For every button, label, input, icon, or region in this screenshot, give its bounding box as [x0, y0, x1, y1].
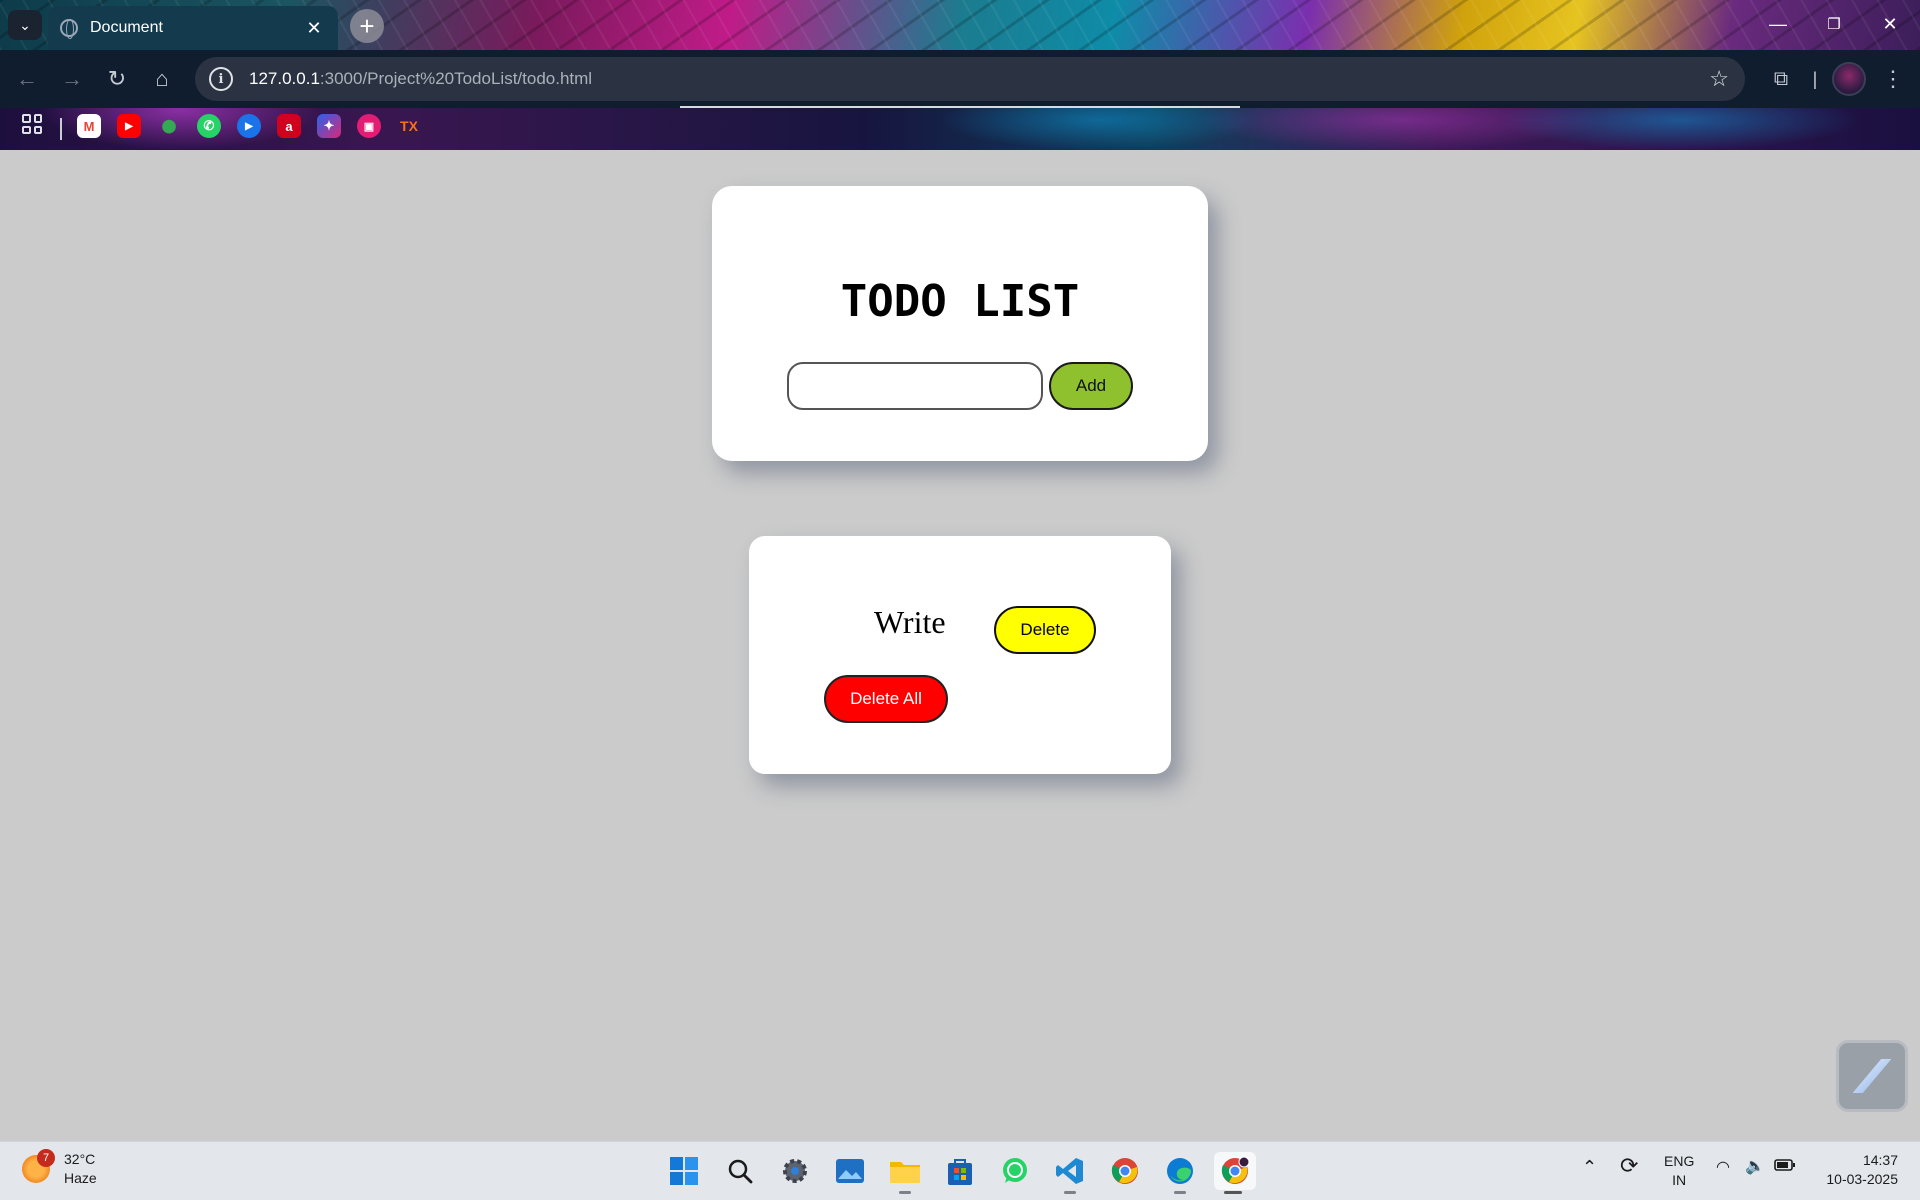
chrome-profile-icon: [1221, 1156, 1250, 1184]
gmail-icon[interactable]: M: [77, 114, 101, 138]
language-code: ENG: [1664, 1153, 1695, 1169]
minimize-button[interactable]: —: [1750, 0, 1806, 48]
chrome-icon: [1111, 1158, 1138, 1184]
site-info-icon[interactable]: i: [209, 67, 233, 91]
battery-icon[interactable]: [1774, 1158, 1796, 1177]
volume-icon[interactable]: 🔈: [1745, 1157, 1765, 1176]
date: 10-03-2025: [1826, 1171, 1898, 1187]
clock[interactable]: 14:37 10-03-2025: [1826, 1151, 1898, 1189]
extensions-icon[interactable]: ⧉: [1766, 64, 1796, 94]
windows-icon: [670, 1157, 698, 1185]
close-window-button[interactable]: ✕: [1862, 0, 1918, 48]
browser-toolbar: ← → ↻ ⌂ i 127.0.0.1:3000/Project%20TodoL…: [0, 50, 1920, 108]
vscode-icon: [1056, 1158, 1083, 1184]
todo-input-card: TODO LIST Add: [712, 186, 1208, 461]
calendar-icon[interactable]: ▣: [357, 114, 381, 138]
weather-widget[interactable]: 7 32°C Haze: [22, 1149, 97, 1188]
taskbar-settings[interactable]: [776, 1152, 814, 1190]
taskbar-search[interactable]: [721, 1152, 759, 1190]
tab-document[interactable]: Document ✕: [48, 6, 338, 50]
restore-button[interactable]: ❐: [1806, 0, 1862, 48]
weather-condition: Haze: [64, 1170, 97, 1186]
bookmark-star-icon[interactable]: ☆: [1709, 66, 1729, 92]
menu-kebab-icon[interactable]: ⋮: [1878, 64, 1908, 94]
language-indicator[interactable]: ENG IN: [1664, 1152, 1694, 1190]
tab-close-icon[interactable]: ✕: [302, 18, 326, 39]
taskbar-chrome[interactable]: [1106, 1152, 1144, 1190]
url-path: :3000/Project%20TodoList/todo.html: [319, 69, 593, 88]
taskbar-whatsapp[interactable]: [996, 1152, 1034, 1190]
delete-all-button[interactable]: Delete All: [824, 675, 948, 723]
region-code: IN: [1672, 1172, 1687, 1188]
delete-button[interactable]: Delete: [994, 606, 1096, 654]
taskbar-file-explorer[interactable]: [886, 1152, 924, 1194]
forward-icon[interactable]: →: [57, 64, 87, 94]
todo-input[interactable]: [787, 362, 1043, 410]
profile-avatar[interactable]: [1832, 62, 1866, 96]
running-indicator: [899, 1191, 911, 1194]
loading-indicator: [680, 106, 1240, 108]
running-indicator: [1174, 1191, 1186, 1194]
running-indicator: [1064, 1191, 1076, 1194]
show-hidden-icons-chevron[interactable]: ⌃: [1582, 1158, 1597, 1177]
apps-grid-icon[interactable]: [22, 114, 42, 134]
toolbar-divider: |: [1812, 68, 1818, 89]
lightning-icon: [1853, 1059, 1892, 1093]
whatsapp-icon[interactable]: ✆: [197, 114, 221, 138]
sync-icon[interactable]: ⟳: [1620, 1155, 1638, 1177]
task-text: Write: [874, 604, 946, 640]
edge-icon: [1167, 1158, 1193, 1184]
bookmarks-separator: [60, 118, 62, 140]
tab-title: Document: [90, 19, 163, 36]
chevron-down-icon: ⌄: [19, 16, 31, 33]
spark-icon[interactable]: ✦: [317, 114, 341, 138]
start-button[interactable]: [665, 1152, 703, 1190]
taskbar: 7 32°C Haze ⌃ ⟳ ENG IN ◠ 🔈 14:37 10-03-2…: [0, 1141, 1920, 1200]
photos-icon: [836, 1159, 864, 1183]
taskbar-photos[interactable]: [831, 1152, 869, 1190]
taskbar-chrome-profile[interactable]: [1214, 1152, 1256, 1194]
todo-list-card: Write Delete Delete All: [749, 536, 1171, 774]
tab-search-button[interactable]: ⌄: [8, 10, 42, 40]
search-icon: [728, 1159, 753, 1184]
wifi-icon[interactable]: ◠: [1716, 1158, 1730, 1177]
page-title: TODO LIST: [840, 276, 1080, 327]
running-indicator: [1224, 1191, 1242, 1194]
temperature: 32°C: [64, 1151, 96, 1167]
taskbar-edge[interactable]: [1161, 1152, 1199, 1194]
url-host: 127.0.0.1: [249, 69, 320, 88]
store-icon: [948, 1159, 972, 1185]
weather-icon: 7: [22, 1149, 55, 1183]
whatsapp-icon: [1003, 1158, 1027, 1183]
youtube-icon[interactable]: ▶: [117, 114, 141, 138]
home-icon[interactable]: ⌂: [147, 64, 177, 94]
time: 14:37: [1862, 1152, 1898, 1168]
gear-icon: [783, 1159, 807, 1183]
folder-icon: [890, 1162, 920, 1183]
taskbar-store[interactable]: [941, 1152, 979, 1190]
new-tab-button[interactable]: +: [350, 9, 384, 43]
back-icon[interactable]: ←: [12, 64, 42, 94]
taskbar-vscode[interactable]: [1051, 1152, 1089, 1194]
reload-icon[interactable]: ↻: [102, 64, 132, 94]
play-icon[interactable]: ▶: [237, 114, 261, 138]
add-button[interactable]: Add: [1049, 362, 1133, 410]
tx-icon[interactable]: TX: [397, 114, 421, 138]
airtel-icon[interactable]: a: [277, 114, 301, 138]
floating-widget-button[interactable]: [1836, 1040, 1908, 1112]
maps-icon[interactable]: ⬤: [157, 114, 181, 138]
weather-badge: 7: [37, 1149, 55, 1167]
address-bar[interactable]: i 127.0.0.1:3000/Project%20TodoList/todo…: [195, 57, 1745, 101]
globe-icon: [60, 19, 78, 39]
